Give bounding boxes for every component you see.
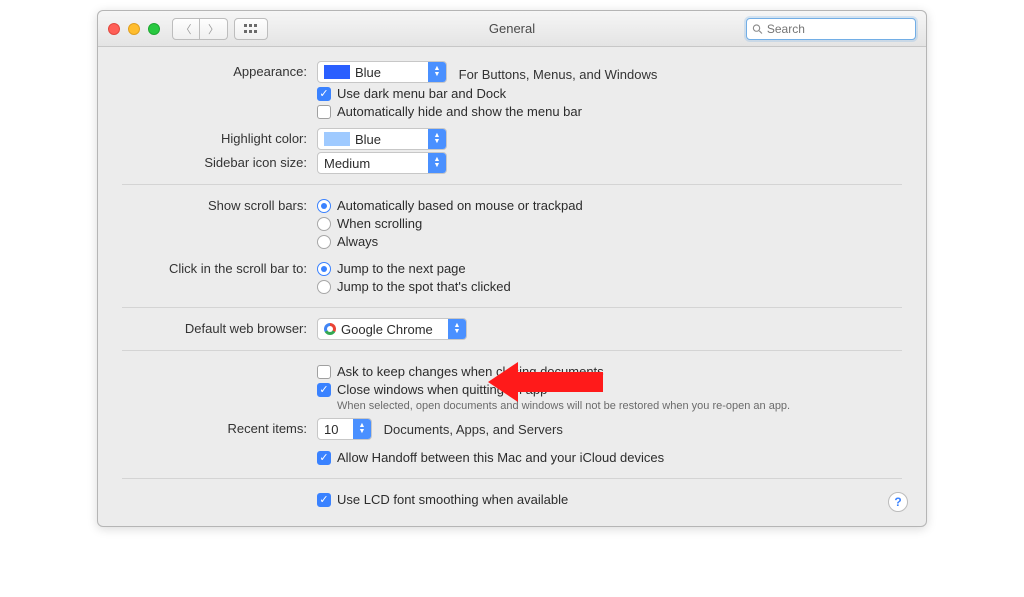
click-opt1: Jump to the next page xyxy=(337,261,466,276)
color-swatch-icon xyxy=(324,65,350,79)
help-button[interactable]: ? xyxy=(888,492,908,512)
scroll-scrolling-radio[interactable] xyxy=(317,217,331,231)
appearance-hint: For Buttons, Menus, and Windows xyxy=(459,67,658,82)
scroll-opt1: Automatically based on mouse or trackpad xyxy=(337,198,583,213)
zoom-window-button[interactable] xyxy=(148,23,160,35)
chrome-icon xyxy=(324,323,336,335)
autohide-menu-checkbox[interactable] xyxy=(317,105,331,119)
separator xyxy=(122,184,902,185)
highlight-label: Highlight color: xyxy=(122,128,317,146)
highlight-select[interactable]: Blue ▲▼ xyxy=(317,128,447,150)
sidebar-icon-select[interactable]: Medium ▲▼ xyxy=(317,152,447,174)
scroll-opt3: Always xyxy=(337,234,378,249)
ask-keep-label: Ask to keep changes when closing documen… xyxy=(337,364,604,379)
titlebar: 〈 〉 General xyxy=(98,11,926,47)
click-scroll-label: Click in the scroll bar to: xyxy=(122,258,317,276)
select-arrows-icon: ▲▼ xyxy=(428,153,446,173)
handoff-checkbox[interactable]: ✓ xyxy=(317,451,331,465)
autohide-menu-label: Automatically hide and show the menu bar xyxy=(337,104,582,119)
close-window-button[interactable] xyxy=(108,23,120,35)
appearance-label: Appearance: xyxy=(122,61,317,79)
click-spot-radio[interactable] xyxy=(317,280,331,294)
click-next-radio[interactable] xyxy=(317,262,331,276)
appearance-select[interactable]: Blue ▲▼ xyxy=(317,61,447,83)
show-all-button[interactable] xyxy=(234,18,268,40)
search-field[interactable] xyxy=(746,18,916,40)
lcd-smoothing-label: Use LCD font smoothing when available xyxy=(337,492,568,507)
scroll-always-radio[interactable] xyxy=(317,235,331,249)
close-windows-note: When selected, open documents and window… xyxy=(337,400,902,412)
recent-items-value: 10 xyxy=(324,422,338,437)
minimize-window-button[interactable] xyxy=(128,23,140,35)
dark-menu-checkbox[interactable]: ✓ xyxy=(317,87,331,101)
select-arrows-icon: ▲▼ xyxy=(428,129,446,149)
search-icon xyxy=(752,23,763,35)
window-controls xyxy=(108,23,160,35)
handoff-label: Allow Handoff between this Mac and your … xyxy=(337,450,664,465)
highlight-value: Blue xyxy=(355,132,381,147)
recent-items-select[interactable]: 10 ▲▼ xyxy=(317,418,372,440)
recent-items-suffix: Documents, Apps, and Servers xyxy=(384,422,563,437)
scroll-auto-radio[interactable] xyxy=(317,199,331,213)
grid-icon xyxy=(244,24,258,34)
dark-menu-label: Use dark menu bar and Dock xyxy=(337,86,506,101)
lcd-smoothing-checkbox[interactable]: ✓ xyxy=(317,493,331,507)
select-arrows-icon: ▲▼ xyxy=(448,319,466,339)
appearance-value: Blue xyxy=(355,65,381,80)
back-button[interactable]: 〈 xyxy=(172,18,200,40)
nav-back-forward: 〈 〉 xyxy=(172,18,228,40)
select-arrows-icon: ▲▼ xyxy=(353,419,371,439)
separator xyxy=(122,478,902,479)
default-browser-select[interactable]: Google Chrome ▲▼ xyxy=(317,318,467,340)
separator xyxy=(122,350,902,351)
sidebar-icon-label: Sidebar icon size: xyxy=(122,152,317,170)
separator xyxy=(122,307,902,308)
color-swatch-icon xyxy=(324,132,350,146)
close-windows-label: Close windows when quitting an app xyxy=(337,382,547,397)
sidebar-icon-value: Medium xyxy=(324,156,370,171)
search-input[interactable] xyxy=(767,22,910,36)
forward-button[interactable]: 〉 xyxy=(200,18,228,40)
scroll-opt2: When scrolling xyxy=(337,216,422,231)
default-browser-label: Default web browser: xyxy=(122,318,317,336)
preferences-window: 〈 〉 General Appearance: xyxy=(97,10,927,527)
ask-keep-checkbox[interactable] xyxy=(317,365,331,379)
content-area: Appearance: Blue ▲▼ For Buttons, Menus, … xyxy=(98,47,926,526)
scroll-bars-label: Show scroll bars: xyxy=(122,195,317,213)
click-opt2: Jump to the spot that's clicked xyxy=(337,279,511,294)
close-windows-checkbox[interactable]: ✓ xyxy=(317,383,331,397)
default-browser-value: Google Chrome xyxy=(341,322,433,337)
recent-items-label: Recent items: xyxy=(122,418,317,436)
select-arrows-icon: ▲▼ xyxy=(428,62,446,82)
